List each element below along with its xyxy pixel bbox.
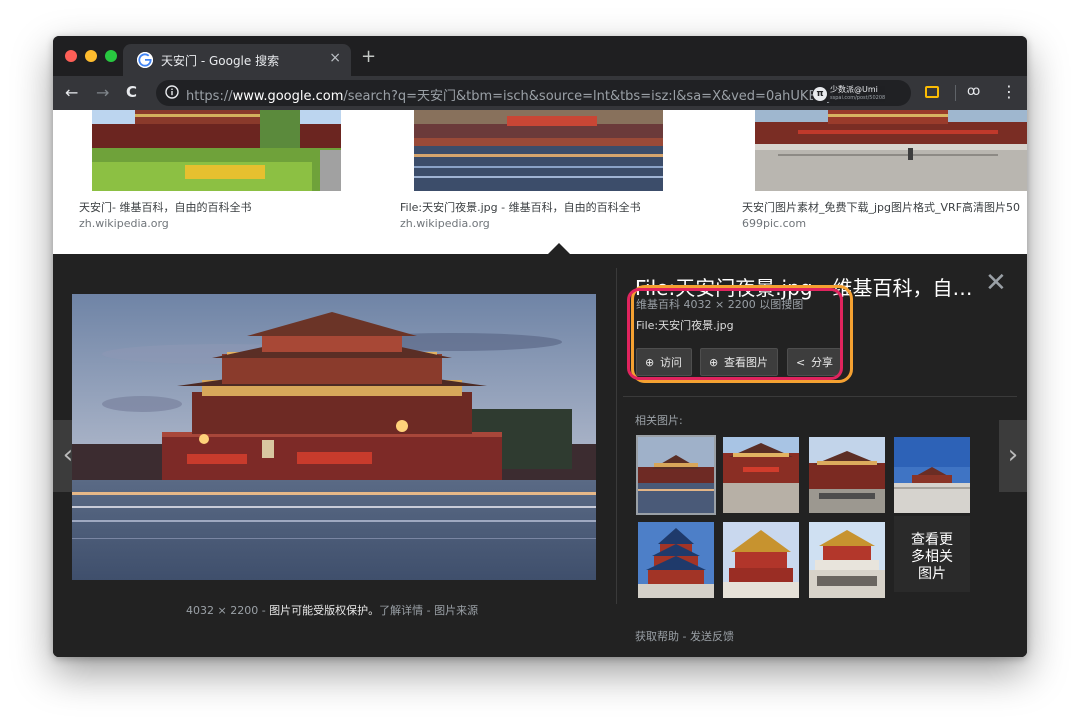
section-divider xyxy=(623,396,1017,397)
tab-strip: 天安门 - Google 搜索 × + xyxy=(53,36,1027,76)
close-window-button[interactable] xyxy=(65,50,77,62)
watermark-logo: π xyxy=(813,87,827,101)
tab-title: 天安门 - Google 搜索 xyxy=(161,54,280,68)
extension-icon[interactable] xyxy=(925,86,939,98)
page-content: 天安门- 维基百科，自由的百科全书 zh.wikipedia.org File:… xyxy=(53,110,1027,657)
new-tab-button[interactable]: + xyxy=(361,46,376,67)
address-bar[interactable]: https://www.google.com/search?q=天安门&tbm=… xyxy=(156,80,911,106)
info-icon[interactable] xyxy=(165,85,179,99)
selected-pointer xyxy=(548,243,570,254)
browser-toolbar: ← → C https://www.google.com/search?q=天安… xyxy=(53,76,1027,110)
browser-window: 天安门 - Google 搜索 × + ← → C https://www.go… xyxy=(53,36,1027,657)
image-preview-panel: ‹ 4032 × 2200 - 图片可能受版权保护。了解详情 - 图片来源 Fi… xyxy=(53,254,1027,657)
related-images-label: 相关图片: xyxy=(635,414,683,427)
more-label: 多相关 xyxy=(911,549,953,565)
watermark-text: 少数派@Umi xyxy=(830,85,878,94)
reload-button[interactable]: C xyxy=(126,83,137,101)
result-caption[interactable]: 天安门- 维基百科，自由的百科全书 xyxy=(79,199,251,215)
more-label: 图片 xyxy=(918,566,946,582)
browser-menu-icon[interactable]: ⋮ xyxy=(1001,82,1017,101)
result-source: zh.wikipedia.org xyxy=(79,217,169,230)
result-source: 699pic.com xyxy=(742,217,807,230)
related-image-thumbnail[interactable] xyxy=(809,522,885,598)
result-thumbnail[interactable] xyxy=(75,110,341,191)
related-image-thumbnail[interactable] xyxy=(723,522,799,598)
result-source: zh.wikipedia.org xyxy=(400,217,490,230)
learn-more-link[interactable]: 了解详情 - 图片来源 xyxy=(379,604,478,617)
result-caption[interactable]: File:天安门夜景.jpg - 维基百科，自由的百科全书 xyxy=(400,199,641,215)
help-feedback-links[interactable]: 获取帮助 - 发送反馈 xyxy=(635,628,734,644)
result-thumbnail[interactable] xyxy=(738,110,1027,191)
close-tab-icon[interactable]: × xyxy=(329,50,341,66)
close-icon[interactable]: ✕ xyxy=(985,268,1007,298)
forward-button[interactable]: → xyxy=(96,83,109,102)
watermark: π 少数派@Umi sspai.com/post/50208 xyxy=(813,85,886,102)
more-related-images-button[interactable]: 查看更 多相关 图片 xyxy=(894,516,970,592)
url-domain: www.google.com xyxy=(232,89,344,104)
image-meta: 4032 × 2200 - 图片可能受版权保护。了解详情 - 图片来源 xyxy=(186,602,478,618)
url-path: /search?q=天安门&tbm=isch&source=lnt&tbs=is… xyxy=(343,89,862,104)
related-image-thumbnail[interactable] xyxy=(723,437,799,513)
copyright-notice: 图片可能受版权保护。 xyxy=(269,604,380,617)
tab-google-search[interactable]: 天安门 - Google 搜索 × xyxy=(123,44,351,76)
watermark-sub: sspai.com/post/50208 xyxy=(830,95,886,101)
related-image-thumbnail[interactable] xyxy=(894,437,970,513)
related-image-thumbnail[interactable] xyxy=(638,522,714,598)
url-prefix: https:// xyxy=(186,89,233,104)
zoom-window-button[interactable] xyxy=(105,50,117,62)
incognito-icon[interactable]: ꝏ xyxy=(967,84,980,99)
image-dimensions: 4032 × 2200 - xyxy=(186,604,270,617)
minimize-window-button[interactable] xyxy=(85,50,97,62)
panel-divider xyxy=(616,268,617,604)
next-image-button[interactable]: › xyxy=(999,420,1027,492)
url-text[interactable]: https://www.google.com/search?q=天安门&tbm=… xyxy=(186,85,862,104)
image-results-row: 天安门- 维基百科，自由的百科全书 zh.wikipedia.org File:… xyxy=(53,110,1027,254)
related-image-thumbnail[interactable] xyxy=(809,437,885,513)
result-caption[interactable]: 天安门图片素材_免费下载_jpg图片格式_VRF高清图片50 xyxy=(742,199,1027,215)
toolbar-divider xyxy=(955,85,956,101)
preview-image[interactable] xyxy=(72,294,596,580)
result-thumbnail[interactable] xyxy=(397,110,663,191)
highlight-ring-pink xyxy=(627,288,843,380)
back-button[interactable]: ← xyxy=(65,83,78,102)
google-icon xyxy=(137,52,153,68)
related-image-thumbnail[interactable] xyxy=(636,435,716,515)
more-label: 查看更 xyxy=(911,532,953,548)
